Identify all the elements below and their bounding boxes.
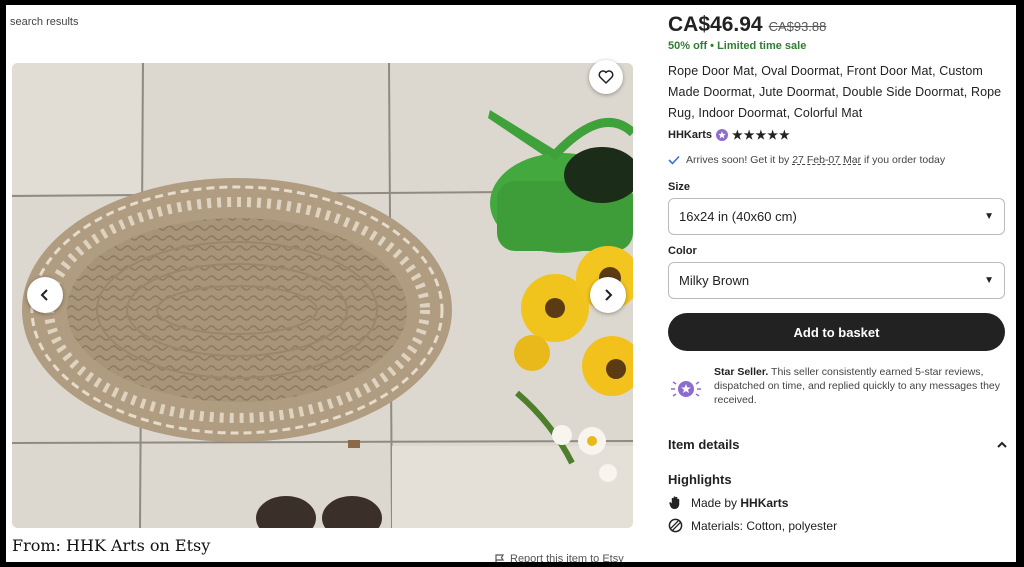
star-seller-icon <box>668 365 704 407</box>
color-label: Color <box>668 245 697 257</box>
size-label: Size <box>668 181 691 193</box>
back-to-search-link[interactable]: search results <box>10 16 78 28</box>
highlights-heading: Highlights <box>668 472 732 487</box>
made-by-seller-link[interactable]: HHKarts <box>740 496 788 510</box>
size-selected-value: 16x24 in (40x60 cm) <box>679 209 797 224</box>
rating-stars[interactable]: ★★★★★ <box>732 128 791 142</box>
product-image-gallery[interactable] <box>12 63 633 528</box>
made-by-text: Made by HHKarts <box>691 496 788 510</box>
previous-image-button[interactable] <box>27 277 63 313</box>
size-select[interactable]: 16x24 in (40x60 cm) ▼ <box>668 198 1005 235</box>
heart-icon <box>598 70 614 84</box>
star-seller-title: Star Seller. <box>714 366 769 378</box>
sale-note: 50% off • Limited time sale <box>668 40 807 52</box>
checkmark-icon <box>668 155 680 165</box>
favorite-button[interactable] <box>589 60 623 94</box>
delivery-dates[interactable]: 27 Feb-07 Mar <box>792 154 861 166</box>
delivery-suffix: if you order today <box>861 154 946 166</box>
made-by-prefix: Made by <box>691 495 741 510</box>
report-item-label: Report this item to Etsy <box>510 553 624 562</box>
materials-text: Materials: Cotton, polyester <box>691 518 838 533</box>
seller-row: HHKarts ★★★★★ <box>668 128 1008 142</box>
star-seller-info: Star Seller. This seller consistently ea… <box>668 365 1008 407</box>
caret-down-icon: ▼ <box>984 275 994 286</box>
chevron-left-icon <box>40 289 48 301</box>
original-price: CA$93.88 <box>768 19 827 34</box>
product-photo <box>12 63 633 528</box>
next-image-button[interactable] <box>590 277 626 313</box>
color-selected-value: Milky Brown <box>679 273 750 288</box>
color-select[interactable]: Milky Brown ▼ <box>668 262 1005 299</box>
materials-row: Materials: Cotton, polyester <box>668 518 1008 533</box>
delivery-estimate: Arrives soon! Get it by 27 Feb-07 Mar if… <box>668 154 1008 166</box>
back-link-label: search results <box>10 16 79 28</box>
star-seller-description: Star Seller. This seller consistently ea… <box>714 365 1008 407</box>
chevron-right-icon <box>605 289 613 301</box>
page-frame: search results From: HHK Arts on Etsy Re… <box>6 5 1016 562</box>
materials-icon <box>668 518 683 533</box>
report-item-link[interactable]: Report this item to Etsy <box>495 553 624 562</box>
sale-price: CA$46.94 <box>668 13 763 36</box>
chevron-up-icon <box>997 441 1007 448</box>
item-details-label: Item details <box>668 437 740 452</box>
product-info-panel: CA$46.94 CA$93.88 50% off • Limited time… <box>668 13 1008 533</box>
price-row: CA$46.94 CA$93.88 <box>668 13 1008 37</box>
seller-name-link[interactable]: HHKarts <box>668 129 712 141</box>
delivery-prefix: Arrives soon! Get it by <box>686 154 793 166</box>
caret-down-icon: ▼ <box>984 211 994 222</box>
hand-icon <box>669 496 680 510</box>
flag-icon <box>495 553 505 562</box>
product-title: Rope Door Mat, Oval Doormat, Front Door … <box>668 64 1002 120</box>
star-seller-badge-icon <box>716 129 729 141</box>
made-by-row: Made by HHKarts <box>668 495 1008 510</box>
delivery-text: Arrives soon! Get it by 27 Feb-07 Mar if… <box>686 154 945 166</box>
image-caption: From: HHK Arts on Etsy <box>12 536 211 555</box>
item-details-toggle[interactable]: Item details <box>668 437 1008 452</box>
add-to-basket-button[interactable]: Add to basket <box>668 313 1005 351</box>
